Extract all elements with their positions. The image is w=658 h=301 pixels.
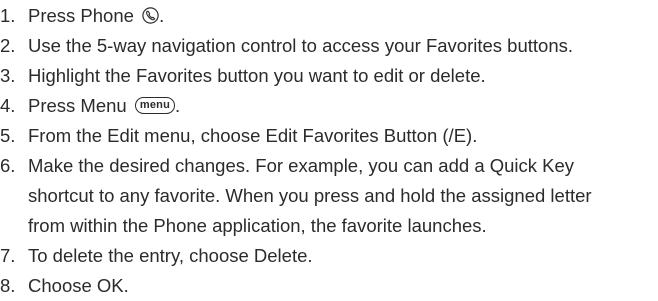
step-number: 2. [0,35,16,56]
step-text: To delete the entry, choose Delete. [28,241,658,271]
step-text: From the Edit menu, choose Edit Favorite… [28,121,658,151]
step-text-line: Use the 5-way navigation control to acce… [28,35,573,56]
phone-key-icon [142,6,159,24]
step-5: 5. From the Edit menu, choose Edit Favor… [0,121,658,151]
step-text: Choose OK. [28,271,658,301]
step-7: 7. To delete the entry, choose Delete. [0,241,658,271]
step-text-after: . [159,5,165,26]
step-text: Use the 5-way navigation control to acce… [28,31,658,61]
step-number: 5. [0,125,16,146]
step-text-before: Press Phone [28,5,140,26]
step-text-line: Choose OK. [28,275,129,296]
step-text-line: To delete the entry, choose Delete. [28,245,313,266]
instruction-steps-list: 1. Press Phone . 2. Use the 5-way naviga… [0,0,658,301]
step-text-after: . [175,95,181,116]
step-number: 3. [0,65,16,86]
step-6: 6. Make the desired changes. For example… [0,151,658,241]
step-number: 6. [0,155,16,176]
step-text: Press Menu menu. [28,91,658,121]
step-number: 8. [0,275,16,296]
step-text: Highlight the Favorites button you want … [28,61,658,91]
step-4: 4. Press Menu menu. [0,91,658,121]
step-2: 2. Use the 5-way navigation control to a… [0,31,658,61]
step-number: 7. [0,245,16,266]
step-1: 1. Press Phone . [0,1,658,31]
step-text: Make the desired changes. For example, y… [28,151,658,241]
step-text-line: Highlight the Favorites button you want … [28,65,486,86]
menu-key-icon: menu [134,96,175,114]
step-text: Press Phone . [28,1,658,31]
step-text-line: From the Edit menu, choose Edit Favorite… [28,125,478,146]
step-text-before: Press Menu [28,95,132,116]
step-number: 1. [0,5,16,26]
step-number: 4. [0,95,16,116]
step-text-line: Make the desired changes. For example, y… [28,155,575,176]
step-8: 8. Choose OK. [0,271,658,301]
step-text-line: shortcut to any favorite. When you press… [28,185,592,206]
step-3: 3. Highlight the Favorites button you wa… [0,61,658,91]
step-text-line: from within the Phone application, the f… [28,215,487,236]
